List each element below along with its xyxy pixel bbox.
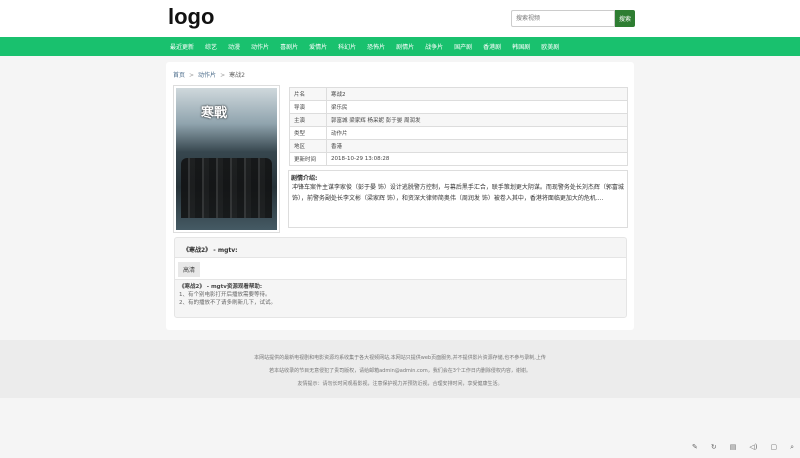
plot-title: 剧情介绍: bbox=[291, 175, 318, 182]
info-key: 主演 bbox=[289, 113, 327, 127]
info-key: 导演 bbox=[289, 100, 327, 114]
footer-line: 本网站提供的最新电视剧和电影资源均系收集于各大视频网站,本网站只提供web页面服… bbox=[254, 355, 546, 361]
table-row: 导演 梁乐民 bbox=[289, 100, 628, 114]
help-title: 《寒战2》 - mgtv资源观看帮助: bbox=[179, 284, 263, 290]
plot-box: 剧情介绍: 冲锋车案件主谋李家俊（彭于晏 饰）设计逃脱警方控制，与幕后黑手汇合，… bbox=[288, 170, 628, 228]
nav-item-horror[interactable]: 恐怖片 bbox=[367, 42, 385, 51]
table-row: 片名 寒战2 bbox=[289, 87, 628, 101]
help-item: 1、有个别电影打开后播放需要等待。 bbox=[179, 292, 271, 298]
logo[interactable]: logo bbox=[168, 4, 214, 30]
info-key: 类型 bbox=[289, 126, 327, 140]
nav-item-comedy[interactable]: 喜剧片 bbox=[280, 42, 298, 51]
movie-info-table: 片名 寒战2 导演 梁乐民 主演 郭富城 梁家辉 杨采妮 彭于晏 周润发 类型 动作片 … bbox=[289, 87, 628, 166]
pin-icon[interactable]: ✎ bbox=[692, 443, 698, 452]
table-row: 地区 香港 bbox=[289, 139, 628, 153]
header: logo 搜索 bbox=[0, 0, 800, 37]
clipboard-icon[interactable]: ▤ bbox=[730, 443, 737, 452]
content-card: 首页 > 动作片 > 寒战2 寒戰 片名 寒战2 导演 梁乐民 主演 郭富城 梁家辉 杨采妮 … bbox=[166, 62, 634, 330]
nav-item-action[interactable]: 动作片 bbox=[251, 42, 269, 51]
info-value: 动作片 bbox=[326, 126, 628, 140]
source-help: 《寒战2》 - mgtv资源观看帮助: 1、有个别电影打开后播放需要等待。 2、… bbox=[175, 280, 626, 310]
poster-title: 寒戰 bbox=[201, 106, 228, 121]
breadcrumb-category[interactable]: 动作片 bbox=[198, 72, 216, 79]
info-value: 寒战2 bbox=[326, 87, 628, 101]
nav-item-scifi[interactable]: 科幻片 bbox=[338, 42, 356, 51]
main-nav: 最近更新 综艺 动漫 动作片 喜剧片 爱情片 科幻片 恐怖片 剧情片 战争片 国… bbox=[0, 37, 800, 56]
poster-image: 寒戰 bbox=[176, 88, 277, 230]
refresh-icon[interactable]: ↻ bbox=[711, 443, 717, 452]
breadcrumb-current: 寒战2 bbox=[229, 72, 245, 79]
breadcrumb-sep: > bbox=[189, 72, 195, 79]
info-key: 地区 bbox=[289, 139, 327, 153]
search-icon[interactable]: ⌕ bbox=[790, 443, 794, 452]
footer: 本网站提供的最新电视剧和电影资源均系收集于各大视频网站,本网站只提供web页面服… bbox=[0, 340, 800, 398]
nav-item-war[interactable]: 战争片 bbox=[425, 42, 443, 51]
window-icon[interactable]: ▢ bbox=[770, 443, 777, 452]
nav-item-western[interactable]: 欧美剧 bbox=[541, 42, 559, 51]
nav-item-anime[interactable]: 动漫 bbox=[228, 42, 240, 51]
nav-item-romance[interactable]: 爱情片 bbox=[309, 42, 327, 51]
source-title: 《寒战2》 - mgtv: bbox=[183, 247, 238, 254]
info-key: 更新时间 bbox=[289, 152, 327, 166]
nav-item-variety[interactable]: 综艺 bbox=[205, 42, 217, 51]
episode-button[interactable]: 高清 bbox=[178, 262, 201, 277]
info-key: 片名 bbox=[289, 87, 327, 101]
movie-poster[interactable]: 寒戰 bbox=[173, 85, 280, 233]
table-row: 类型 动作片 bbox=[289, 126, 628, 140]
info-value: 香港 bbox=[326, 139, 628, 153]
search-input[interactable] bbox=[511, 10, 615, 27]
play-source-panel: 《寒战2》 - mgtv: 高清 《寒战2》 - mgtv资源观看帮助: 1、有… bbox=[174, 237, 627, 318]
footer-line: 若本站收录的节目无意侵犯了贵司版权，请给邮箱admin@admin.com，我们… bbox=[269, 368, 531, 374]
plot-text: 冲锋车案件主谋李家俊（彭于晏 饰）设计逃脱警方控制，与幕后黑手汇合，联手策划更大… bbox=[292, 184, 624, 202]
info-value: 郭富城 梁家辉 杨采妮 彭于晏 周润发 bbox=[326, 113, 628, 127]
footer-line: 友情提示：请勿长时间观看影视，注意保护视力并预防近视，合理安排时间，享受健康生活… bbox=[297, 381, 503, 387]
breadcrumb-home[interactable]: 首页 bbox=[173, 72, 185, 79]
help-item: 2、有的播放不了请多刷新几下，试试。 bbox=[179, 300, 277, 306]
info-value: 2018-10-29 13:08:28 bbox=[326, 152, 628, 166]
nav-item-domestic[interactable]: 国产剧 bbox=[454, 42, 472, 51]
poster-cast-figures bbox=[181, 158, 272, 218]
table-row: 主演 郭富城 梁家辉 杨采妮 彭于晏 周润发 bbox=[289, 113, 628, 127]
nav-item-korean[interactable]: 韩国剧 bbox=[512, 42, 530, 51]
breadcrumb: 首页 > 动作片 > 寒战2 bbox=[173, 70, 245, 79]
nav-item-drama[interactable]: 剧情片 bbox=[396, 42, 414, 51]
nav-item-hongkong[interactable]: 香港剧 bbox=[483, 42, 501, 51]
search-button[interactable]: 搜索 bbox=[615, 10, 635, 27]
table-row: 更新时间 2018-10-29 13:08:28 bbox=[289, 152, 628, 166]
episode-list: 高清 bbox=[175, 257, 626, 280]
system-tray: ✎ ↻ ▤ ◁) ▢ ⌕ bbox=[692, 443, 794, 452]
volume-icon[interactable]: ◁) bbox=[749, 443, 757, 452]
info-value: 梁乐民 bbox=[326, 100, 628, 114]
breadcrumb-sep: > bbox=[220, 72, 226, 79]
nav-item-latest[interactable]: 最近更新 bbox=[170, 42, 194, 51]
